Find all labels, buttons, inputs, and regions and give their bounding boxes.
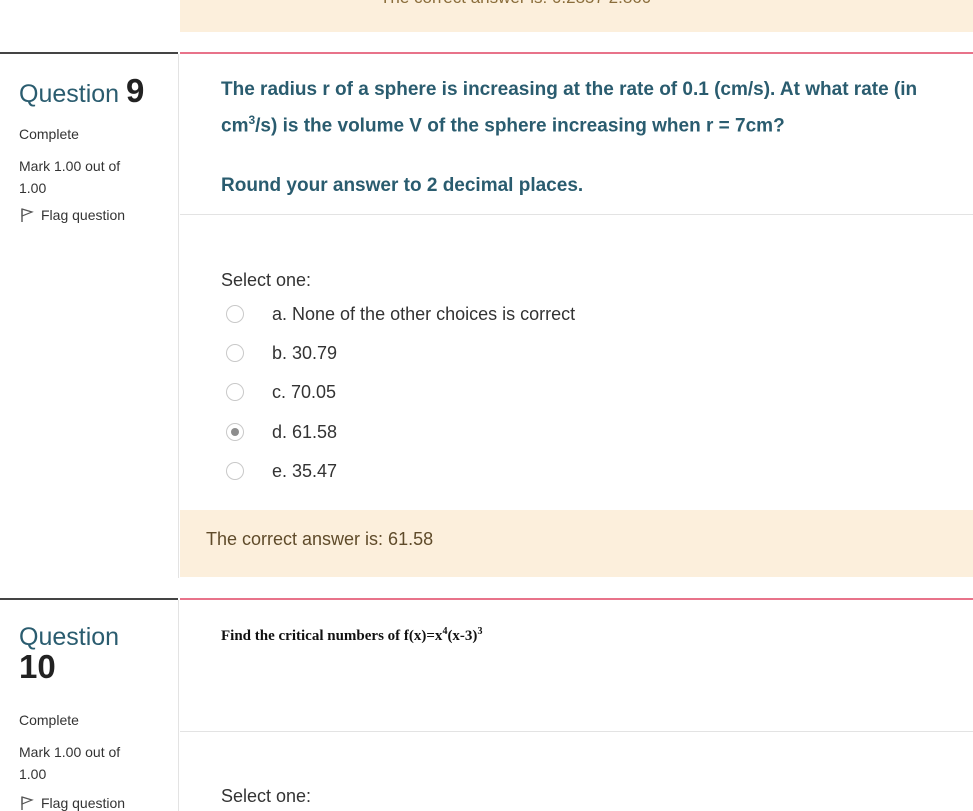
select-one-prompt: Select one:	[221, 786, 312, 806]
question-mark: Mark 1.00 out of 1.00	[19, 155, 169, 199]
radio-d-selected[interactable]	[226, 423, 244, 441]
answer-option-a[interactable]: a. None of the other choices is correct	[226, 302, 575, 326]
flag-icon	[21, 796, 34, 810]
answer-option-d[interactable]: d. 61.58	[226, 420, 337, 444]
question-number-value: 10	[19, 648, 56, 685]
question-number: Question 9	[19, 74, 169, 109]
question-label: Question	[19, 80, 120, 108]
question-mark: Mark 1.00 out of 1.00	[19, 741, 169, 785]
question-separator	[180, 214, 973, 215]
mark-line-1: Mark 1.00 out of	[19, 744, 121, 760]
q10-info: Question 10 Complete Mark 1.00 out of 1.…	[19, 622, 169, 811]
flag-question-button[interactable]: Flag question	[19, 795, 169, 811]
flag-question-label: Flag question	[41, 795, 126, 811]
mark-line-2: 1.00	[19, 766, 47, 782]
column-divider	[178, 54, 179, 578]
column-divider	[178, 600, 179, 811]
q10-content-rule	[180, 598, 973, 600]
question-separator	[180, 731, 973, 732]
radio-b[interactable]	[226, 344, 244, 362]
option-label-c: c. 70.05	[272, 381, 337, 402]
question-instruction: Round your answer to 2 decimal places.	[221, 175, 584, 197]
flag-question-button[interactable]: Flag question	[19, 207, 169, 223]
question-number: Question 10	[19, 622, 169, 685]
answer-option-e[interactable]: e. 35.47	[226, 459, 337, 483]
answer-option-c[interactable]: c. 70.05	[226, 380, 336, 404]
q10-info-rule	[0, 598, 178, 600]
previous-feedback-box: The correct answer is: 0.2857 2.860	[180, 0, 973, 32]
q9-info: Question 9 Complete Mark 1.00 out of 1.0…	[19, 74, 169, 223]
q9-info-rule	[0, 52, 178, 54]
question-text-line-2: cm3/s) is the volume V of the sphere inc…	[221, 113, 785, 137]
select-one-prompt: Select one:	[221, 270, 312, 290]
previous-feedback-text: The correct answer is: 0.2857 2.860	[380, 0, 651, 8]
question-state: Complete	[19, 712, 79, 728]
option-label-d: d. 61.58	[272, 421, 338, 442]
question-state: Complete	[19, 126, 79, 142]
option-label-a: a. None of the other choices is correct	[272, 303, 576, 324]
mark-line-2: 1.00	[19, 180, 47, 196]
question-number-value: 9	[126, 72, 145, 109]
answer-option-b[interactable]: b. 30.79	[226, 341, 337, 365]
question-text: Find the critical numbers of f(x)=x4(x-3…	[221, 626, 483, 644]
flag-icon	[21, 208, 34, 222]
mark-line-1: Mark 1.00 out of	[19, 158, 121, 174]
option-label-e: e. 35.47	[272, 460, 338, 481]
flag-question-label: Flag question	[41, 207, 126, 223]
radio-a[interactable]	[226, 305, 244, 323]
option-label-b: b. 30.79	[272, 342, 338, 363]
question-text-line-1: The radius r of a sphere is increasing a…	[221, 79, 918, 100]
radio-e[interactable]	[226, 462, 244, 480]
answer-feedback-box: The correct answer is: 61.58	[180, 510, 973, 577]
radio-c[interactable]	[226, 383, 244, 401]
question-text: The radius r of a sphere is increasing a…	[221, 75, 941, 201]
answer-feedback-text: The correct answer is: 61.58	[206, 529, 434, 549]
q9-content-rule	[180, 52, 973, 54]
